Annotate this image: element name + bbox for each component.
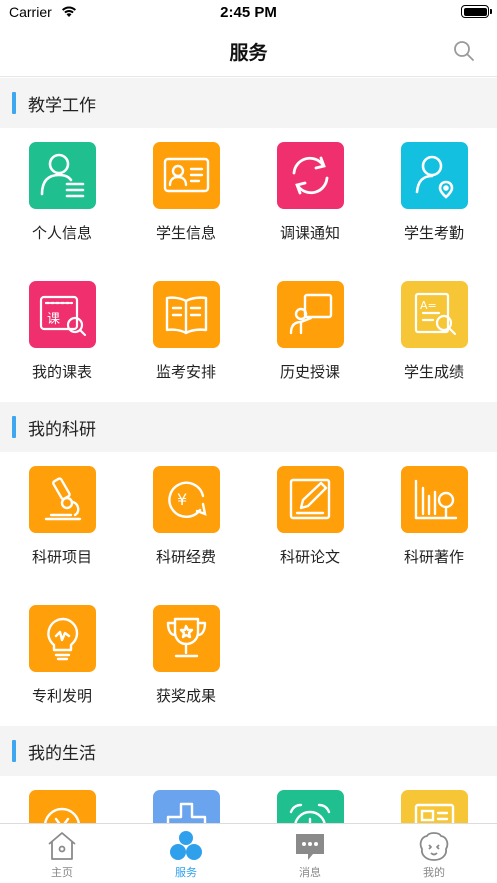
service-personal-info[interactable]: 个人信息 (0, 128, 124, 267)
service-student-grades[interactable]: A= 学生成绩 (372, 267, 496, 406)
service-attendance[interactable]: 学生考勤 (372, 128, 496, 267)
service-student-info[interactable]: 学生信息 (124, 128, 248, 267)
page-title: 服务 (229, 42, 268, 64)
service-label: 科研经费 (155, 548, 216, 566)
service-life-2[interactable] (124, 776, 248, 823)
service-label: 学生信息 (155, 224, 216, 242)
alarm-icon (277, 790, 344, 823)
tab-profile[interactable]: 我的 (372, 824, 496, 883)
service-awards[interactable]: 获奖成果 (124, 591, 248, 730)
tab-label: 服务 (175, 866, 197, 879)
lightbulb-icon (29, 605, 96, 672)
service-label: 学生成绩 (403, 363, 464, 381)
service-label: 历史授课 (279, 363, 340, 381)
search-icon[interactable] (453, 40, 475, 62)
tab-label: 我的 (423, 866, 445, 879)
service-research-papers[interactable]: 科研论文 (248, 452, 372, 591)
service-research-works[interactable]: 科研著作 (372, 452, 496, 591)
tab-label: 消息 (299, 866, 321, 879)
lecture-icon (277, 281, 344, 348)
tab-home[interactable]: 主页 (0, 824, 124, 883)
section-header-teaching: 教学工作 (0, 78, 497, 128)
section-accent-bar (12, 92, 16, 114)
battery-icon (461, 5, 492, 18)
service-research-funds[interactable]: ¥ 科研经费 (124, 452, 248, 591)
services-icon (170, 831, 202, 860)
svg-text:课: 课 (47, 312, 60, 327)
message-icon (296, 834, 324, 860)
service-label: 我的课表 (31, 363, 92, 381)
status-time: 2:45 PM (220, 4, 277, 21)
section-title: 我的生活 (28, 744, 96, 764)
microscope-icon (29, 466, 96, 533)
services-content[interactable]: 教学工作 个人信息 学生信息 调课通知 学生考勤 课 我的课表 监考安排 历史授… (0, 78, 497, 823)
tab-messages[interactable]: 消息 (248, 824, 372, 883)
service-label: 科研项目 (31, 548, 92, 566)
yen-coin-icon: ¥ (153, 466, 220, 533)
service-life-4[interactable] (372, 776, 496, 823)
book-icon (153, 281, 220, 348)
user-location-icon (401, 142, 468, 209)
service-label: 专利发明 (31, 687, 92, 705)
edit-paper-icon (277, 466, 344, 533)
svg-text:¥: ¥ (177, 490, 187, 509)
service-label: 个人信息 (31, 224, 92, 242)
service-label: 获奖成果 (155, 687, 216, 705)
schedule-search-icon: 课 (29, 281, 96, 348)
books-icon (401, 466, 468, 533)
service-my-schedule[interactable]: 课 我的课表 (0, 267, 124, 406)
section-title: 教学工作 (28, 96, 96, 116)
grade-search-icon: A= (401, 281, 468, 348)
service-history-lectures[interactable]: 历史授课 (248, 267, 372, 406)
refresh-icon (277, 142, 344, 209)
trophy-icon (153, 605, 220, 672)
status-bar: Carrier 2:45 PM (0, 0, 497, 26)
card-icon (401, 790, 468, 823)
service-label: 调课通知 (279, 224, 340, 242)
service-label: 监考安排 (155, 363, 216, 381)
service-life-3[interactable] (248, 776, 372, 823)
clock-icon (29, 790, 96, 823)
section-header-life: 我的生活 (0, 726, 497, 776)
service-label: 科研论文 (279, 548, 340, 566)
user-card-icon (29, 142, 96, 209)
medical-icon (153, 790, 220, 823)
id-card-icon (153, 142, 220, 209)
tab-services[interactable]: 服务 (124, 824, 248, 883)
section-header-research: 我的科研 (0, 402, 497, 452)
service-invigilation[interactable]: 监考安排 (124, 267, 248, 406)
section-accent-bar (12, 416, 16, 438)
nav-bar: 服务 (0, 26, 497, 77)
service-class-change[interactable]: 调课通知 (248, 128, 372, 267)
profile-icon (419, 832, 449, 861)
service-research-projects[interactable]: 科研项目 (0, 452, 124, 591)
home-icon (48, 832, 76, 860)
service-label: 科研著作 (403, 548, 464, 566)
service-life-1[interactable] (0, 776, 124, 823)
service-label: 学生考勤 (403, 224, 464, 242)
tab-label: 主页 (51, 866, 73, 879)
section-title: 我的科研 (28, 420, 96, 440)
tab-bar: 主页 服务 消息 我的 (0, 823, 497, 883)
svg-text:A=: A= (420, 299, 437, 312)
service-patents[interactable]: 专利发明 (0, 591, 124, 730)
section-accent-bar (12, 740, 16, 762)
